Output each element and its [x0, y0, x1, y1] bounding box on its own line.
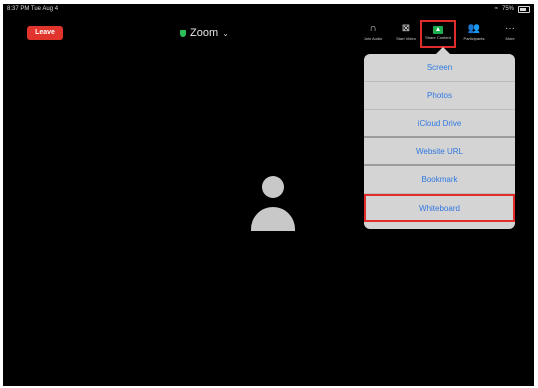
participants-button[interactable]: 👥 Participants: [456, 22, 492, 46]
meeting-title-label: Zoom: [190, 27, 219, 39]
battery-percent: 75%: [501, 6, 514, 12]
menu-item-icloud-drive[interactable]: iCloud Drive: [364, 110, 515, 138]
menu-item-bookmark[interactable]: Bookmark: [364, 166, 515, 194]
menu-item-website-url[interactable]: Website URL: [364, 138, 515, 166]
participants-icon: 👥: [467, 23, 481, 34]
headphones-icon: ∩: [369, 23, 377, 34]
more-button[interactable]: ··· More: [492, 22, 528, 46]
participants-label: Participants: [463, 36, 485, 41]
shield-icon: [180, 29, 186, 37]
menu-item-screen[interactable]: Screen: [364, 54, 515, 82]
join-audio-label: Join Audio: [363, 36, 383, 41]
status-right: ≈ 75%: [495, 4, 530, 15]
share-screen-icon: [433, 26, 443, 34]
status-time: 8:37 PM Tue Aug 4: [7, 6, 59, 12]
wifi-icon: ≈: [494, 6, 498, 12]
meeting-screen: 8:37 PM Tue Aug 4 ≈ 75% Leave Zoom ⌄ ∩ J…: [3, 4, 534, 386]
more-label: More: [505, 36, 515, 41]
start-video-label: Start Video: [396, 36, 416, 41]
meeting-title[interactable]: Zoom ⌄: [180, 25, 229, 41]
participant-avatar: [251, 176, 295, 231]
battery-icon: [518, 6, 530, 13]
start-video-button[interactable]: ⊠ Start Video: [388, 22, 424, 46]
leave-button[interactable]: Leave: [27, 26, 63, 40]
chevron-down-icon: ⌄: [222, 28, 229, 38]
avatar-body: [251, 207, 295, 231]
status-bar: 8:37 PM Tue Aug 4 ≈ 75%: [3, 4, 534, 15]
join-audio-button[interactable]: ∩ Join Audio: [355, 22, 391, 46]
meeting-toolbar: ∩ Join Audio ⊠ Start Video Share Content…: [351, 18, 534, 48]
more-icon: ···: [505, 23, 515, 34]
menu-item-whiteboard[interactable]: Whiteboard: [364, 194, 515, 222]
share-content-button[interactable]: Share Content: [420, 20, 456, 48]
share-menu: Screen Photos iCloud Drive Website URL B…: [364, 54, 515, 229]
video-off-icon: ⊠: [401, 23, 411, 34]
menu-item-photos[interactable]: Photos: [364, 82, 515, 110]
avatar-head: [262, 176, 284, 198]
menu-caret: [436, 47, 450, 54]
share-content-label: Share Content: [425, 35, 451, 40]
